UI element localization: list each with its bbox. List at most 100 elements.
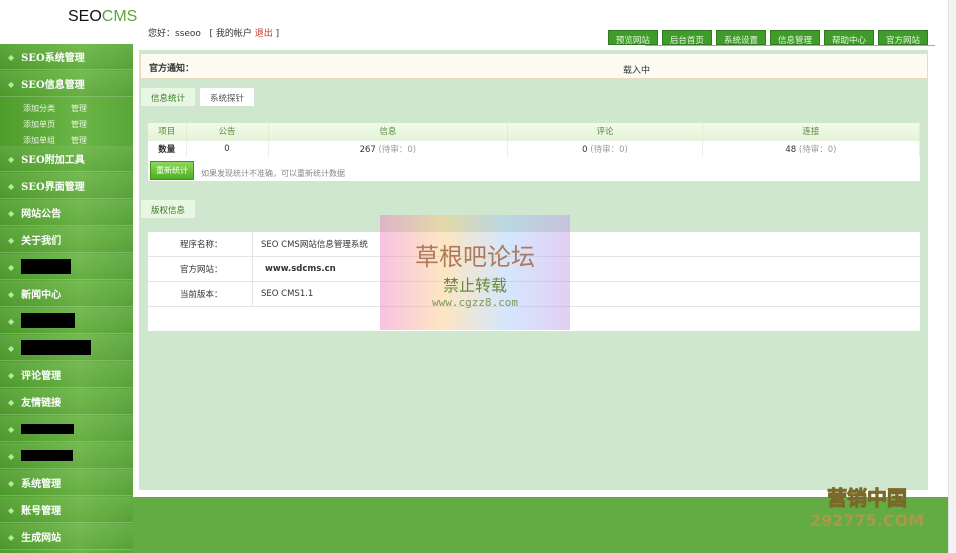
- official-site-label: 官方网站：: [148, 257, 253, 281]
- col-notice: 公告: [186, 123, 269, 140]
- sidebar-item-seo-info[interactable]: ◆ SEO信息管理: [0, 71, 133, 97]
- sidebar-item-links[interactable]: ◆ 友情链接: [0, 389, 133, 415]
- sidebar-item-seo-ui[interactable]: ◆ SEO界面管理: [0, 173, 133, 199]
- nav-admin-home[interactable]: 后台首页: [661, 30, 712, 46]
- watermark-title: 营销中国: [827, 486, 908, 511]
- watermark-url: www.cgzz8.com: [431, 296, 519, 309]
- sidebar-item-system[interactable]: ◆ 系统管理: [0, 470, 133, 496]
- manage-category-link[interactable]: 管理: [71, 103, 119, 114]
- sidebar-item-label: 系统管理: [21, 479, 62, 490]
- sidebar-item-seo-tools[interactable]: ◆ SEO附加工具: [0, 146, 133, 172]
- leaf-icon: ◆: [8, 531, 15, 542]
- recount-hint: 如果发现统计不准确，可以重新统计数据: [201, 169, 345, 178]
- leaf-icon: ◆: [8, 342, 15, 353]
- table-header-row: 项目 公告 信息 评论 连接: [148, 123, 921, 140]
- add-group-link[interactable]: 添加单组: [23, 135, 71, 146]
- logo-seo: SEO: [68, 8, 102, 25]
- manage-page-link[interactable]: 管理: [71, 119, 119, 130]
- watermark-url: 292775.COM: [810, 511, 925, 530]
- sidebar-item-redacted[interactable]: ◆: [0, 416, 133, 442]
- sidebar-item-label: 评论管理: [21, 371, 62, 382]
- sidebar-item-seo-system[interactable]: ◆ SEO系统管理: [0, 44, 133, 70]
- sidebar: ◆ SEO系统管理 ◆ SEO信息管理 添加分类 管理 添加单页 管理 添加单组 管理 ◆…: [0, 44, 133, 553]
- leaf-icon: ◆: [8, 78, 15, 89]
- sidebar-item-accounts[interactable]: ◆ 账号管理: [0, 497, 133, 523]
- sidebar-item-comments[interactable]: ◆ 评论管理: [0, 362, 133, 388]
- nav-system-settings[interactable]: 系统设置: [715, 30, 766, 46]
- sidebar-item-news[interactable]: ◆ 新闻中心: [0, 281, 133, 307]
- tab-info-stats[interactable]: 信息统计: [141, 88, 196, 106]
- sidebar-item-redacted[interactable]: ◆: [0, 308, 133, 334]
- sidebar-item-label: 新闻中心: [21, 290, 62, 301]
- sidebar-item-label: 生成网站: [21, 533, 62, 544]
- comment-cell: 0 (待审：0): [507, 139, 703, 157]
- nav-info-management[interactable]: 信息管理: [769, 30, 820, 46]
- tab-copyright[interactable]: 版权信息: [141, 200, 196, 218]
- version-label: 当前版本：: [148, 282, 253, 306]
- leaf-icon: ◆: [8, 423, 15, 434]
- sidebar-item-label: SEO附加工具: [21, 155, 85, 166]
- sidebar-item-generate[interactable]: ◆ 生成网站: [0, 524, 133, 550]
- nav-preview-site[interactable]: 预览网站: [607, 30, 658, 46]
- sidebar-item-label: 账号管理: [21, 506, 62, 517]
- col-link: 连接: [702, 123, 921, 140]
- redaction-box: [21, 340, 92, 355]
- add-category-link[interactable]: 添加分类: [23, 103, 71, 114]
- leaf-icon: ◆: [8, 477, 15, 488]
- scrollbar[interactable]: [948, 0, 956, 553]
- sub-item-group: 添加单组 管理: [23, 135, 119, 146]
- sidebar-item-about[interactable]: ◆ 关于我们: [0, 227, 133, 253]
- sub-item-category: 添加分类 管理: [23, 103, 119, 114]
- watermark-subtitle: 禁止转载: [442, 276, 507, 295]
- bracket: ]: [275, 29, 280, 39]
- my-account-link[interactable]: [ 我的帐户: [210, 29, 252, 39]
- stats-table: 项目 公告 信息 评论 连接 数量 0 267 (待审：0) 0 (待审：0) …: [148, 123, 921, 181]
- program-name-label: 程序名称：: [148, 232, 253, 256]
- leaf-icon: ◆: [8, 180, 15, 191]
- redaction-box: [21, 313, 76, 328]
- table-row: 数量 0 267 (待审：0) 0 (待审：0) 48 (待审：0): [148, 139, 921, 157]
- nav-official-site[interactable]: 官方网站: [877, 30, 928, 46]
- welcome-bar: 您好：sseoo [ 我的帐户 退出 ]: [148, 26, 279, 39]
- comment-count: 0: [582, 144, 588, 155]
- info-count: 267: [359, 144, 376, 155]
- sidebar-item-label: SEO系统管理: [21, 53, 85, 64]
- official-site-link[interactable]: www.sdcms.cn: [253, 264, 336, 274]
- comment-pending: (待审：0): [590, 144, 628, 155]
- sidebar-item-redacted[interactable]: ◆: [0, 254, 133, 280]
- version-value: SEO CMS1.1: [261, 289, 314, 299]
- sidebar-item-label: SEO信息管理: [21, 80, 85, 91]
- leaf-icon: ◆: [8, 51, 15, 62]
- leaf-icon: ◆: [8, 261, 15, 272]
- leaf-icon: ◆: [8, 504, 15, 515]
- notice-label: 官方通知：: [149, 64, 195, 74]
- sidebar-item-redacted[interactable]: ◆: [0, 443, 133, 469]
- info-cell: 267 (待审：0): [268, 139, 509, 157]
- greeting: 您好：sseoo: [148, 29, 201, 39]
- sidebar-item-label: SEO界面管理: [21, 182, 85, 193]
- info-pending: (待审：0): [378, 144, 417, 155]
- tab-system-probe[interactable]: 系统探针: [200, 88, 255, 106]
- leaf-icon: ◆: [8, 396, 15, 407]
- sidebar-item-label: 友情链接: [21, 398, 62, 409]
- header: SEOCMS 您好：sseoo [ 我的帐户 退出 ] 预览网站 后台首页 系统…: [0, 0, 948, 46]
- sidebar-item-announcements[interactable]: ◆ 网站公告: [0, 200, 133, 226]
- link-count: 48: [785, 144, 797, 155]
- row-label: 数量: [148, 139, 187, 157]
- link-cell: 48 (待审：0): [702, 139, 921, 157]
- recount-button[interactable]: 重新统计: [150, 161, 194, 180]
- col-info: 信息: [268, 123, 509, 140]
- watermark-cgzz8: 草根吧论坛 禁止转载 www.cgzz8.com: [380, 215, 570, 330]
- leaf-icon: ◆: [8, 315, 15, 326]
- official-notice: 官方通知： 载入中: [140, 53, 928, 79]
- logout-link[interactable]: 退出: [255, 29, 273, 39]
- add-page-link[interactable]: 添加单页: [23, 119, 71, 130]
- leaf-icon: ◆: [8, 234, 15, 245]
- col-comment: 评论: [507, 123, 703, 140]
- manage-group-link[interactable]: 管理: [71, 135, 119, 146]
- col-item: 项目: [148, 123, 187, 140]
- sidebar-item-redacted[interactable]: ◆: [0, 335, 133, 361]
- nav-help-center[interactable]: 帮助中心: [823, 30, 874, 46]
- divider: [645, 45, 935, 46]
- logo: SEOCMS: [68, 8, 137, 26]
